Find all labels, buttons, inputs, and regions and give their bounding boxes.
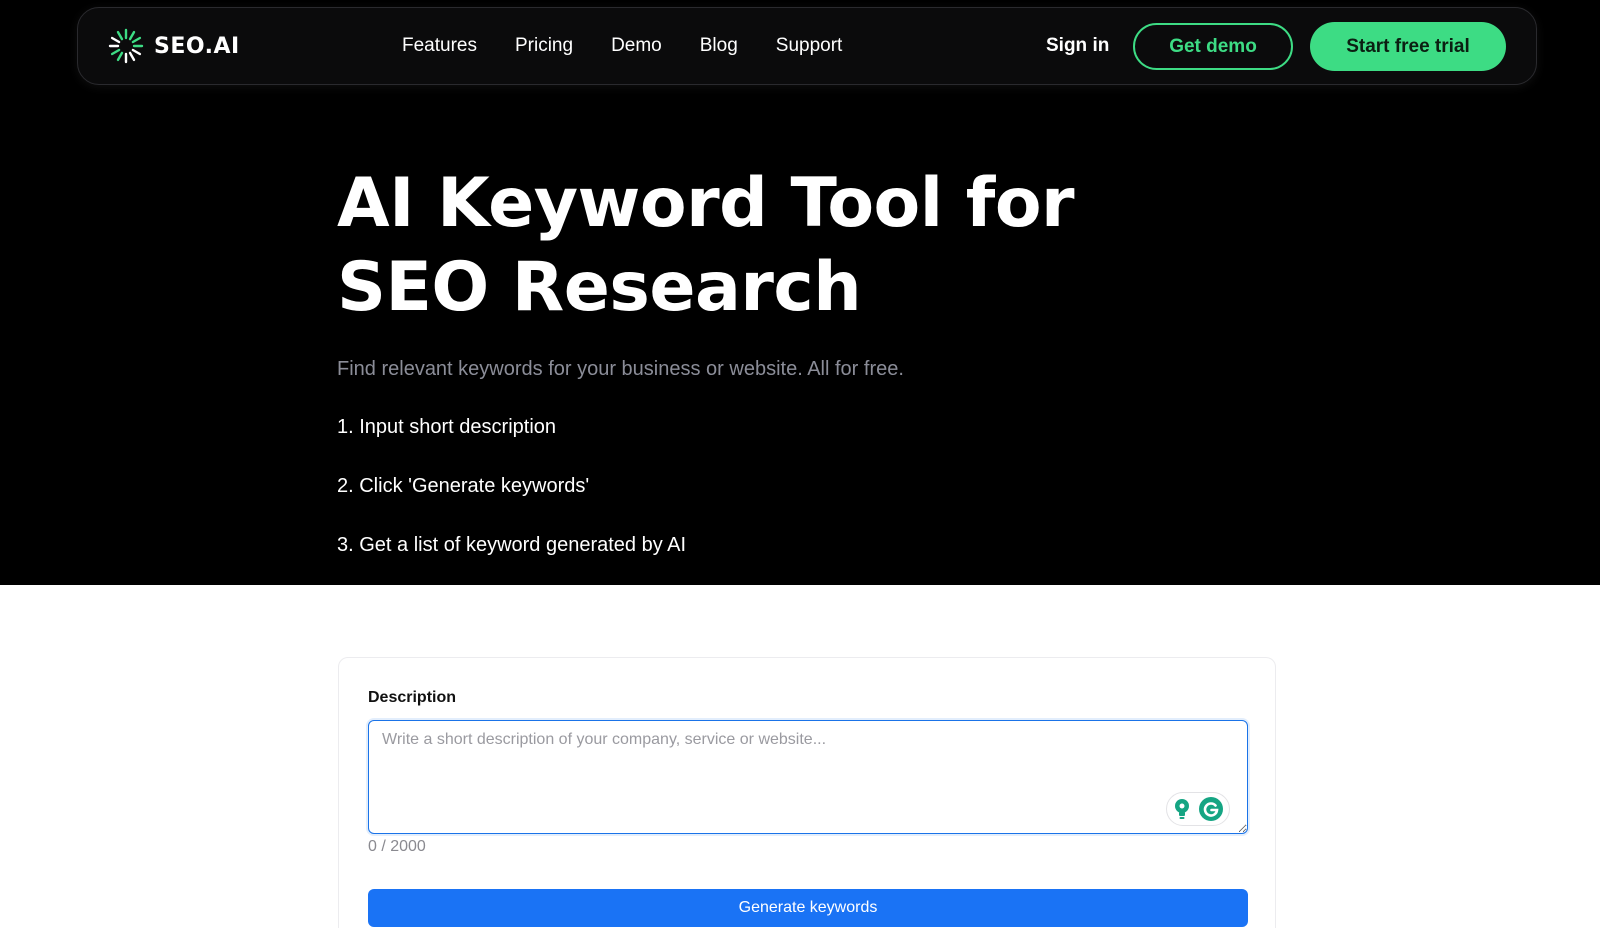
lightbulb-icon[interactable] <box>1172 798 1192 820</box>
step-item: 1. Input short description <box>337 416 557 438</box>
grammarly-widget[interactable] <box>1166 792 1230 826</box>
hero-section: SEO.AI Features Pricing Demo Blog Suppor… <box>0 0 1600 585</box>
get-demo-button[interactable]: Get demo <box>1133 23 1293 70</box>
grammarly-icon[interactable] <box>1198 796 1224 822</box>
description-textarea[interactable] <box>368 720 1248 834</box>
description-label: Description <box>368 689 457 706</box>
start-free-trial-button[interactable]: Start free trial <box>1310 22 1506 71</box>
keyword-generator-form: Description 0 / 2000 Generate keywords <box>338 657 1276 928</box>
steps-list: 1. Input short description 2. Click 'Gen… <box>337 414 686 591</box>
nav-links: Features Pricing Demo Blog Support <box>402 34 880 58</box>
page-subtitle: Find relevant keywords for your business… <box>337 358 904 380</box>
description-field-wrapper <box>368 720 1248 834</box>
brand-logo[interactable]: SEO.AI <box>106 26 240 66</box>
brand-name: SEO.AI <box>154 33 240 59</box>
nav-link-blog[interactable]: Blog <box>700 34 738 58</box>
generate-keywords-button[interactable]: Generate keywords <box>368 889 1248 927</box>
page-title: AI Keyword Tool for SEO Research <box>337 164 1075 327</box>
nav-link-demo[interactable]: Demo <box>611 34 662 58</box>
sign-in-link[interactable]: Sign in <box>1046 34 1109 58</box>
step-item: 3. Get a list of keyword generated by AI <box>337 534 687 556</box>
step-item: 2. Click 'Generate keywords' <box>337 475 590 497</box>
nav-link-support[interactable]: Support <box>776 34 843 58</box>
nav-link-pricing[interactable]: Pricing <box>515 34 573 58</box>
top-navbar: SEO.AI Features Pricing Demo Blog Suppor… <box>77 7 1537 85</box>
nav-link-features[interactable]: Features <box>402 34 477 58</box>
character-counter: 0 / 2000 <box>368 838 426 855</box>
sunburst-logo-icon <box>108 28 144 64</box>
